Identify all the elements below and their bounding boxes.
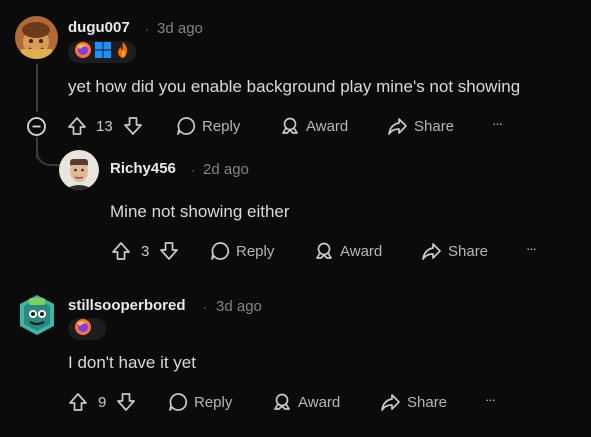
reply-icon xyxy=(176,116,196,136)
share-icon xyxy=(387,116,408,136)
reddit-flame-icon xyxy=(114,41,132,64)
award-icon xyxy=(280,116,300,136)
share-label: Share xyxy=(414,117,455,135)
separator-dot: · xyxy=(203,300,207,314)
share-icon xyxy=(380,392,401,412)
avatar[interactable] xyxy=(17,292,57,338)
separator-dot: · xyxy=(145,22,149,36)
award-label: Award xyxy=(340,242,383,260)
firefox-icon xyxy=(74,41,92,64)
separator-dot: · xyxy=(191,163,195,177)
award-icon xyxy=(314,241,334,261)
user-flair xyxy=(68,41,136,63)
reply-label: Reply xyxy=(202,117,241,135)
share-label: Share xyxy=(407,393,448,411)
award-icon xyxy=(272,392,292,412)
vote-controls: 13 xyxy=(66,114,144,138)
share-icon xyxy=(421,241,442,261)
firefox-icon xyxy=(74,318,92,341)
reply-button[interactable]: Reply xyxy=(168,390,232,414)
award-button[interactable]: Award xyxy=(272,390,340,414)
upvote-icon[interactable] xyxy=(67,391,89,413)
more-options-button[interactable]: ··· xyxy=(526,241,537,256)
vote-controls: 9 xyxy=(67,390,137,414)
downvote-icon[interactable] xyxy=(158,240,180,262)
more-options-button[interactable]: ··· xyxy=(485,392,496,407)
collapse-thread-icon[interactable] xyxy=(26,116,47,142)
downvote-icon[interactable] xyxy=(115,391,137,413)
comment-username[interactable]: dugu007 xyxy=(68,19,130,36)
avatar[interactable] xyxy=(59,150,99,190)
comment-username[interactable]: stillsooperbored xyxy=(68,297,186,314)
comment-timestamp[interactable]: 3d ago xyxy=(216,298,262,315)
vote-count: 3 xyxy=(141,242,150,260)
thread-line-curve xyxy=(36,140,60,166)
avatar[interactable] xyxy=(15,16,58,59)
downvote-icon[interactable] xyxy=(122,115,144,137)
upvote-icon[interactable] xyxy=(66,115,88,137)
vote-count: 9 xyxy=(98,393,107,411)
reply-icon xyxy=(168,392,188,412)
reply-label: Reply xyxy=(236,242,275,260)
comment-body: Mine not showing either xyxy=(110,202,290,221)
award-label: Award xyxy=(298,393,341,411)
windows-icon xyxy=(94,41,112,64)
upvote-icon[interactable] xyxy=(110,240,132,262)
award-button[interactable]: Award xyxy=(280,114,348,138)
reply-button[interactable]: Reply xyxy=(176,114,240,138)
reply-icon xyxy=(210,241,230,261)
user-flair xyxy=(68,318,106,340)
comment-body: yet how did you enable background play m… xyxy=(68,77,521,96)
share-button[interactable]: Share xyxy=(387,114,454,138)
share-button[interactable]: Share xyxy=(421,239,488,263)
more-options-button[interactable]: ··· xyxy=(492,116,503,131)
comment-timestamp[interactable]: 3d ago xyxy=(157,20,203,37)
comment-timestamp[interactable]: 2d ago xyxy=(203,161,249,178)
share-label: Share xyxy=(448,242,489,260)
award-button[interactable]: Award xyxy=(314,239,382,263)
comment-body: I don't have it yet xyxy=(68,353,196,372)
vote-count: 13 xyxy=(96,117,113,135)
comment-username[interactable]: Richy456 xyxy=(110,160,176,177)
reply-label: Reply xyxy=(194,393,233,411)
reply-button[interactable]: Reply xyxy=(210,239,274,263)
share-button[interactable]: Share xyxy=(380,390,447,414)
thread-line xyxy=(36,64,38,112)
vote-controls: 3 xyxy=(110,239,180,263)
award-label: Award xyxy=(306,117,349,135)
